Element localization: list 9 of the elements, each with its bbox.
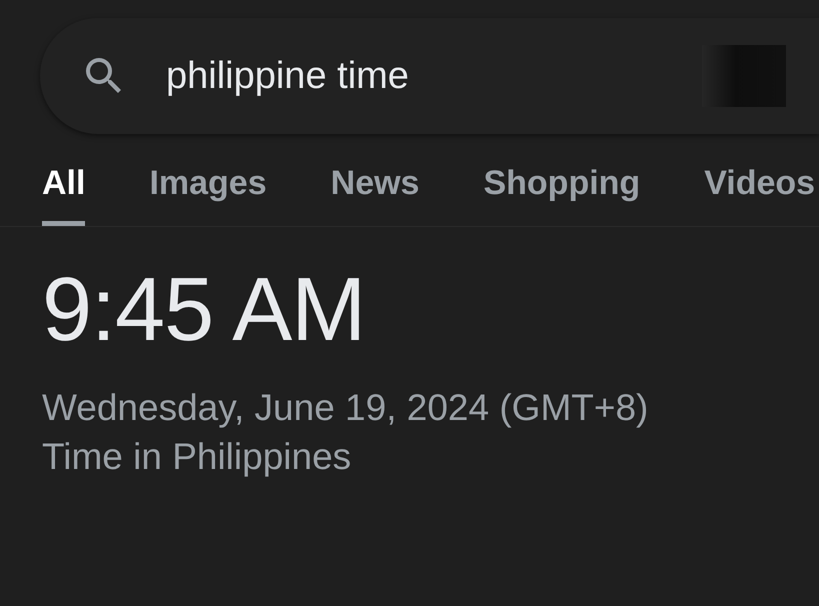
tab[interactable]: Shopping xyxy=(483,164,640,226)
search-field[interactable]: philippine time xyxy=(166,51,664,101)
tab[interactable]: Images xyxy=(149,164,267,226)
location-text: Time in Philippines xyxy=(42,435,352,479)
current-time: 9:45 AM xyxy=(42,265,366,355)
date-text: Wednesday, June 19, 2024 (GMT+8) xyxy=(42,386,650,430)
tab[interactable]: Videos xyxy=(704,164,816,226)
tab[interactable]: News xyxy=(330,164,420,226)
tab[interactable]: All xyxy=(42,164,86,226)
